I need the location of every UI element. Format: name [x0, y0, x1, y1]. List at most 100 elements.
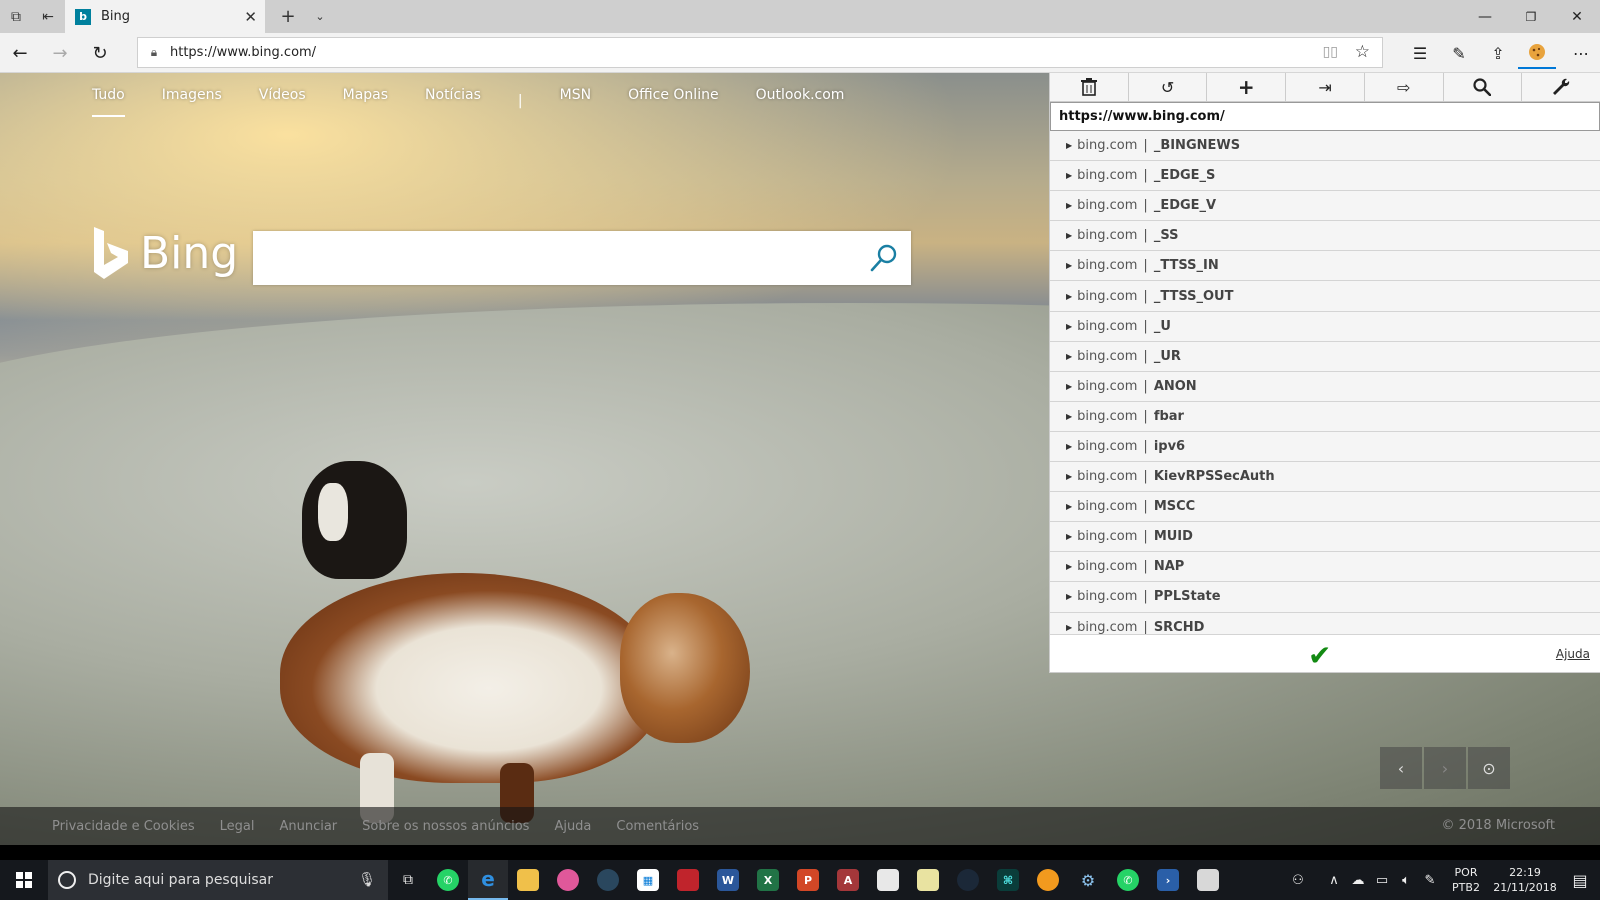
chat-app-icon[interactable]: [548, 860, 588, 900]
settings-app-icon[interactable]: ⚙: [1068, 860, 1108, 900]
cookie-row[interactable]: ▶ bing.com | _EDGE_S: [1050, 161, 1600, 192]
expand-arrow-icon[interactable]: ▶: [1066, 201, 1072, 210]
lock-icon[interactable]: 🔒︎: [138, 45, 170, 60]
expand-arrow-icon[interactable]: ▶: [1066, 292, 1072, 301]
address-bar[interactable]: 🔒︎ https://www.bing.com/ ▯▯ ☆: [137, 37, 1383, 68]
orange-app-icon[interactable]: [1028, 860, 1068, 900]
microphone-icon[interactable]: 🎙︎: [358, 872, 376, 888]
cookie-row[interactable]: ▶ bing.com | PPLState: [1050, 582, 1600, 613]
reading-view-icon[interactable]: ▯▯: [1323, 44, 1338, 60]
red-app-icon[interactable]: [668, 860, 708, 900]
nav-noticias[interactable]: Notícias: [425, 85, 481, 117]
expand-arrow-icon[interactable]: ▶: [1066, 322, 1072, 331]
tab-bing[interactable]: b Bing ✕: [65, 0, 265, 33]
favorites-hub-icon[interactable]: ☰: [1401, 37, 1439, 69]
image-app-icon[interactable]: [1188, 860, 1228, 900]
pen-icon[interactable]: ✎: [1418, 873, 1442, 888]
terminal-app-icon[interactable]: ⌘: [988, 860, 1028, 900]
bing-logo[interactable]: Bing: [92, 227, 238, 279]
expand-arrow-icon[interactable]: ▶: [1066, 532, 1072, 541]
search-icon[interactable]: [869, 243, 899, 273]
web-note-pen-icon[interactable]: ✎: [1440, 37, 1478, 69]
favorite-star-icon[interactable]: ☆: [1355, 42, 1370, 62]
nav-imagens[interactable]: Imagens: [162, 85, 222, 117]
tray-chevron-icon[interactable]: ∧: [1322, 873, 1346, 888]
windows-start-icon[interactable]: [0, 860, 48, 900]
cookie-row[interactable]: ▶ bing.com | _U: [1050, 312, 1600, 342]
steam-alt-icon[interactable]: [948, 860, 988, 900]
footer-legal-link[interactable]: Legal: [220, 819, 255, 834]
people-icon[interactable]: ⚇: [1286, 873, 1310, 888]
excel-icon[interactable]: X: [748, 860, 788, 900]
sign-out-icon[interactable]: ⇨: [1365, 73, 1444, 101]
close-window-icon[interactable]: ✕: [1554, 0, 1600, 33]
nav-outlook[interactable]: Outlook.com: [756, 85, 845, 117]
forward-arrow-icon[interactable]: →: [42, 37, 78, 69]
expand-arrow-icon[interactable]: ▶: [1066, 502, 1072, 511]
expand-arrow-icon[interactable]: ▶: [1066, 171, 1072, 180]
plus-icon[interactable]: +: [1207, 73, 1287, 101]
expand-arrow-icon[interactable]: ▶: [1066, 412, 1072, 421]
footer-advertise-link[interactable]: Anunciar: [279, 819, 337, 834]
sign-in-icon[interactable]: ⇥: [1286, 73, 1365, 101]
cookie-row[interactable]: ▶ bing.com | MUID: [1050, 522, 1600, 553]
store-icon[interactable]: ▦: [628, 860, 668, 900]
chart-app-icon[interactable]: [908, 860, 948, 900]
whatsapp-icon[interactable]: ✆: [428, 860, 468, 900]
expand-arrow-icon[interactable]: ▶: [1066, 562, 1072, 571]
expand-arrow-icon[interactable]: ▶: [1066, 141, 1072, 150]
onedrive-icon[interactable]: ☁: [1346, 873, 1370, 888]
powershell-icon[interactable]: ›: [1148, 860, 1188, 900]
bing-search-input[interactable]: [253, 231, 911, 285]
nav-mapas[interactable]: Mapas: [343, 85, 388, 117]
cookie-row[interactable]: ▶ bing.com | _TTSS_OUT: [1050, 281, 1600, 312]
nav-tudo[interactable]: Tudo: [92, 85, 125, 117]
expand-arrow-icon[interactable]: ▶: [1066, 352, 1072, 361]
steam-icon[interactable]: [588, 860, 628, 900]
cookie-row[interactable]: ▶ bing.com | KievRPSSecAuth: [1050, 462, 1600, 493]
expand-arrow-icon[interactable]: ▶: [1066, 231, 1072, 240]
cookie-row[interactable]: ▶ bing.com | _BINGNEWS: [1050, 131, 1600, 162]
nav-office-online[interactable]: Office Online: [628, 85, 718, 117]
footer-privacy-link[interactable]: Privacidade e Cookies: [52, 819, 195, 834]
back-arrow-icon[interactable]: ←: [2, 37, 38, 69]
location-pin-icon[interactable]: ⊙: [1468, 747, 1510, 789]
cookie-url-field[interactable]: https://www.bing.com/: [1050, 102, 1600, 131]
footer-help-link[interactable]: Ajuda: [554, 819, 591, 834]
new-tab-icon[interactable]: +: [272, 0, 304, 33]
tab-close-icon[interactable]: ✕: [244, 8, 257, 26]
clock[interactable]: 22:19 21/11/2018: [1490, 865, 1560, 895]
word-icon[interactable]: W: [708, 860, 748, 900]
cookie-row[interactable]: ▶ bing.com | NAP: [1050, 552, 1600, 583]
tab-preview-chevron-icon[interactable]: ⌄: [304, 0, 336, 33]
cookie-row[interactable]: ▶ bing.com | _UR: [1050, 342, 1600, 372]
file-explorer-icon[interactable]: [508, 860, 548, 900]
tab-manager-icon[interactable]: ⧉: [0, 0, 32, 33]
network-icon[interactable]: ▭: [1370, 873, 1394, 888]
refresh-icon[interactable]: ↻: [82, 37, 118, 69]
input-language[interactable]: POR PTB2: [1448, 865, 1484, 895]
restore-icon[interactable]: ❐: [1508, 0, 1554, 33]
cookie-row[interactable]: ▶ bing.com | _EDGE_V: [1050, 191, 1600, 222]
whatsapp-alt-icon[interactable]: ✆: [1108, 860, 1148, 900]
trash-icon[interactable]: [1050, 73, 1129, 101]
search-icon[interactable]: [1444, 73, 1523, 101]
expand-arrow-icon[interactable]: ▶: [1066, 472, 1072, 481]
access-icon[interactable]: A: [828, 860, 868, 900]
more-menu-icon[interactable]: ⋯: [1562, 37, 1600, 69]
help-link[interactable]: Ajuda: [1556, 647, 1590, 661]
nav-msn[interactable]: MSN: [560, 85, 591, 117]
wrench-icon[interactable]: [1522, 73, 1600, 101]
cookie-row[interactable]: ▶ bing.com | MSCC: [1050, 492, 1600, 523]
edge-browser-icon[interactable]: e: [468, 860, 508, 900]
cookie-row[interactable]: ▶ bing.com | _SS: [1050, 221, 1600, 252]
expand-arrow-icon[interactable]: ▶: [1066, 442, 1072, 451]
cookie-row[interactable]: ▶ bing.com | _TTSS_IN: [1050, 251, 1600, 282]
action-center-icon[interactable]: ▤: [1560, 871, 1600, 890]
taskbar-search-box[interactable]: Digite aqui para pesquisar 🎙︎: [48, 860, 388, 900]
checkmark-icon[interactable]: ✔: [1308, 639, 1331, 672]
footer-about-ads-link[interactable]: Sobre os nossos anúncios: [362, 819, 529, 834]
cookie-row[interactable]: ▶ bing.com | ANON: [1050, 372, 1600, 402]
undo-icon[interactable]: ↺: [1129, 73, 1208, 101]
cookie-row[interactable]: ▶ bing.com | ipv6: [1050, 432, 1600, 463]
